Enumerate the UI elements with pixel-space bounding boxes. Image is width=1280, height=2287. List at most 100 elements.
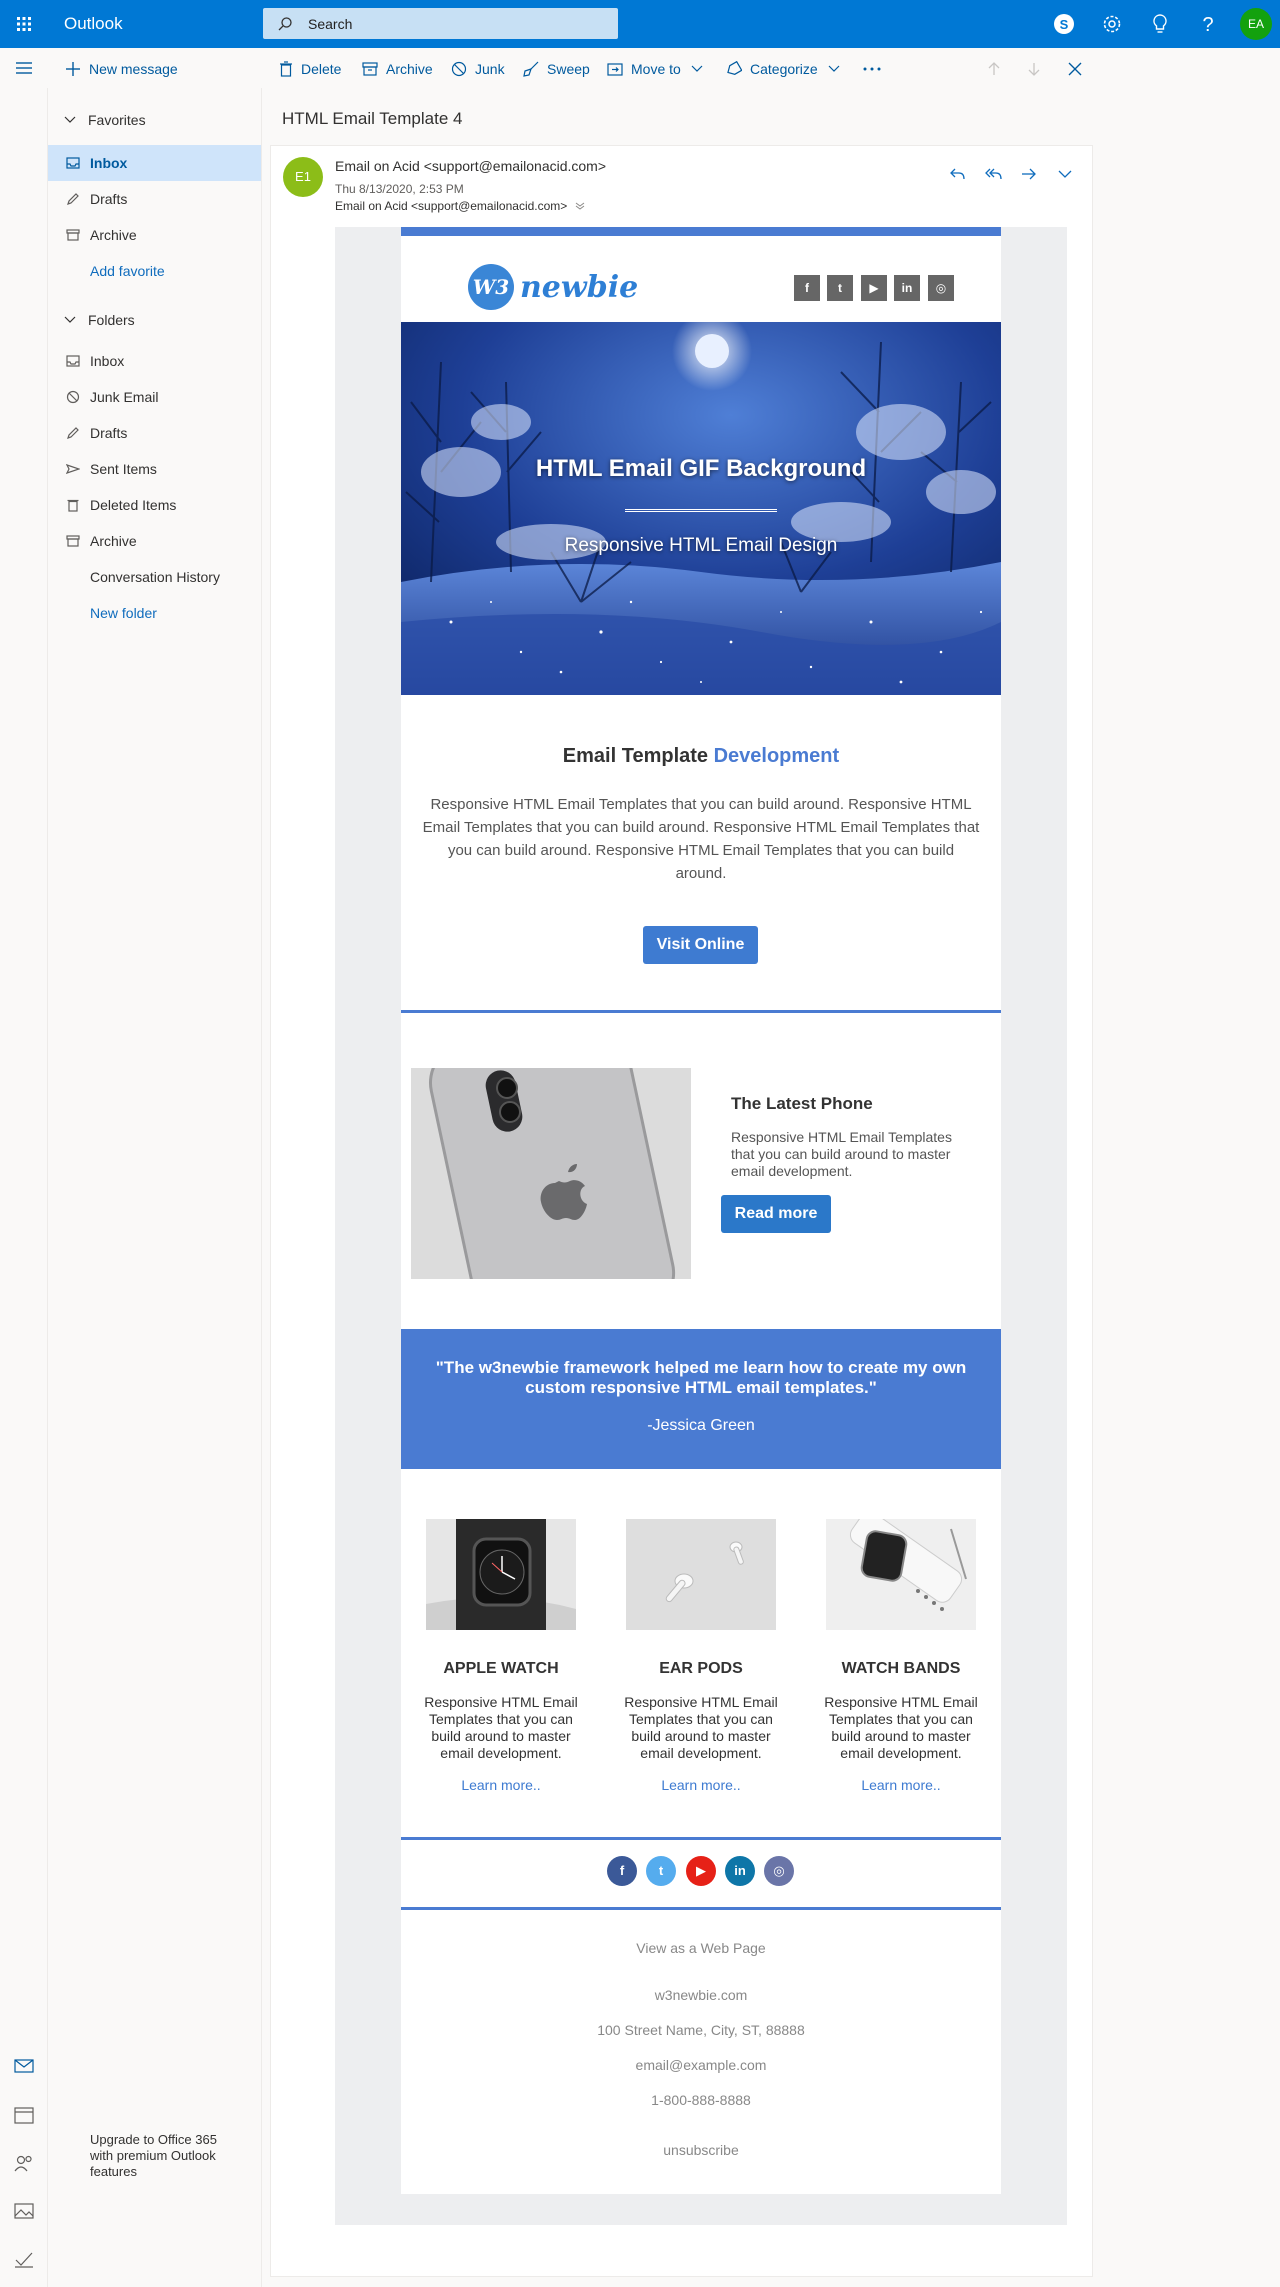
recipient-line[interactable]: Email on Acid <support@emailonacid.com> xyxy=(335,199,585,213)
junk-button[interactable]: Junk xyxy=(451,60,505,78)
email-header: W3 newbie f t ▶ in ◎ xyxy=(401,236,1001,322)
inbox-icon xyxy=(66,157,80,169)
archive-icon xyxy=(66,535,80,547)
people-icon[interactable] xyxy=(14,2154,34,2172)
arrow-up-icon[interactable] xyxy=(987,62,1001,76)
footer-address: 100 Street Name, City, ST, 88888 xyxy=(597,2022,805,2038)
search-box[interactable]: Search xyxy=(263,8,618,39)
reply-icon[interactable] xyxy=(949,166,967,182)
feature-title: The Latest Phone xyxy=(731,1094,873,1113)
arrow-down-icon[interactable] xyxy=(1027,62,1041,76)
settings-gear-icon[interactable] xyxy=(1100,12,1124,36)
new-message-button[interactable]: New message xyxy=(65,60,178,78)
footer-phone[interactable]: 1-800-888-8888 xyxy=(401,2092,1001,2108)
learn-more-link[interactable]: Learn more.. xyxy=(811,1777,991,1793)
chevron-down-icon xyxy=(828,65,840,72)
command-bar: New message Delete Archive Junk Sweep Mo… xyxy=(0,48,1280,88)
product-card: APPLE WATCH Responsive HTML Email Templa… xyxy=(411,1519,591,1793)
linkedin-icon[interactable]: in xyxy=(894,275,920,301)
reply-all-icon[interactable] xyxy=(984,166,1004,182)
facebook-icon[interactable]: f xyxy=(794,275,820,301)
testimonial-section: "The w3newbie framework helped me learn … xyxy=(401,1329,1001,1469)
more-actions-button[interactable] xyxy=(862,60,890,78)
favorite-item-drafts[interactable]: Drafts xyxy=(48,181,261,217)
search-input[interactable]: Search xyxy=(308,16,352,32)
youtube-icon[interactable]: ▶ xyxy=(861,275,887,301)
favorite-item-archive[interactable]: Archive xyxy=(48,217,261,253)
unsubscribe-link[interactable]: unsubscribe xyxy=(401,2142,1001,2158)
hamburger-menu-icon[interactable] xyxy=(14,60,34,76)
chevron-down-icon xyxy=(64,316,76,323)
youtube-icon[interactable]: ▶ xyxy=(686,1856,716,1886)
calendar-icon[interactable] xyxy=(14,2106,34,2124)
linkedin-icon[interactable]: in xyxy=(725,1856,755,1886)
product-text: Responsive HTML Email Templates that you… xyxy=(624,1694,778,1761)
visit-online-button[interactable]: Visit Online xyxy=(643,926,758,964)
top-bar: Outlook Search S ? EA xyxy=(0,0,1280,48)
iphone-image xyxy=(411,1068,691,1279)
forward-icon[interactable] xyxy=(1020,166,1038,182)
app-launcher-icon[interactable] xyxy=(12,12,36,36)
folder-item-sent[interactable]: Sent Items xyxy=(48,451,261,487)
send-icon xyxy=(66,464,80,474)
upgrade-banner[interactable]: Upgrade to Office 365 with premium Outlo… xyxy=(90,2132,240,2180)
expand-recipients-icon[interactable] xyxy=(575,202,585,210)
twitter-icon[interactable]: t xyxy=(646,1856,676,1886)
favorite-item-inbox[interactable]: Inbox xyxy=(48,145,261,181)
skype-icon[interactable]: S xyxy=(1052,12,1076,36)
message-date: Thu 8/13/2020, 2:53 PM xyxy=(335,182,464,196)
folder-item-junk[interactable]: Junk Email xyxy=(48,379,261,415)
sender-address[interactable]: Email on Acid <support@emailonacid.com> xyxy=(335,158,606,174)
intro-section: Email Template Development Responsive HT… xyxy=(401,695,1001,1010)
categorize-button[interactable]: Categorize xyxy=(726,60,840,78)
photos-icon[interactable] xyxy=(14,2202,34,2220)
move-to-button[interactable]: Move to xyxy=(607,60,703,78)
help-icon[interactable]: ? xyxy=(1196,12,1220,36)
broom-icon xyxy=(523,61,539,77)
folder-item-deleted[interactable]: Deleted Items xyxy=(48,487,261,523)
view-web-page-link[interactable]: View as a Web Page xyxy=(401,1940,1001,1956)
testimonial-quote: "The w3newbie framework helped me learn … xyxy=(435,1358,967,1397)
product-card: WATCH BANDS Responsive HTML Email Templa… xyxy=(811,1519,991,1793)
mail-icon[interactable] xyxy=(14,2058,34,2074)
facebook-icon[interactable]: f xyxy=(607,1856,637,1886)
more-actions-chevron-icon[interactable] xyxy=(1058,170,1072,179)
apple-watch-image xyxy=(426,1519,576,1630)
app-name[interactable]: Outlook xyxy=(64,14,123,34)
w3newbie-logo[interactable]: W3 newbie xyxy=(468,264,638,310)
read-more-button[interactable]: Read more xyxy=(721,1195,831,1233)
lightbulb-icon[interactable] xyxy=(1148,12,1172,36)
add-favorite-link[interactable]: Add favorite xyxy=(48,253,261,289)
folder-item-drafts[interactable]: Drafts xyxy=(48,415,261,451)
products-section: APPLE WATCH Responsive HTML Email Templa… xyxy=(401,1469,1001,1837)
close-icon[interactable] xyxy=(1068,62,1082,76)
new-folder-link[interactable]: New folder xyxy=(48,595,261,631)
hero-banner: HTML Email GIF Background Responsive HTM… xyxy=(401,322,1001,695)
sweep-button[interactable]: Sweep xyxy=(523,60,590,78)
folder-item-archive[interactable]: Archive xyxy=(48,523,261,559)
svg-text:?: ? xyxy=(1202,14,1213,36)
block-icon xyxy=(451,61,467,77)
folders-header[interactable]: Folders xyxy=(64,310,135,330)
user-avatar[interactable]: EA xyxy=(1240,8,1272,40)
todo-icon[interactable] xyxy=(14,2250,34,2268)
learn-more-link[interactable]: Learn more.. xyxy=(411,1777,591,1793)
footer-email[interactable]: email@example.com xyxy=(401,2057,1001,2073)
ear-pods-image xyxy=(626,1519,776,1630)
top-accent-bar xyxy=(401,227,1001,236)
instagram-icon[interactable]: ◎ xyxy=(764,1856,794,1886)
instagram-icon[interactable]: ◎ xyxy=(928,275,954,301)
favorites-header[interactable]: Favorites xyxy=(64,110,146,130)
learn-more-link[interactable]: Learn more.. xyxy=(611,1777,791,1793)
sender-avatar[interactable]: E1 xyxy=(283,157,323,197)
intro-text: Responsive HTML Email Templates that you… xyxy=(422,796,980,882)
delete-button[interactable]: Delete xyxy=(279,60,341,78)
folder-item-inbox[interactable]: Inbox xyxy=(48,343,261,379)
twitter-icon[interactable]: t xyxy=(827,275,853,301)
footer-website[interactable]: w3newbie.com xyxy=(401,1987,1001,2003)
folder-item-conversation-history[interactable]: Conversation History xyxy=(48,559,261,595)
svg-text:S: S xyxy=(1060,17,1069,32)
app-rail xyxy=(0,88,48,2287)
watch-bands-image xyxy=(826,1519,976,1630)
archive-button[interactable]: Archive xyxy=(362,60,433,78)
